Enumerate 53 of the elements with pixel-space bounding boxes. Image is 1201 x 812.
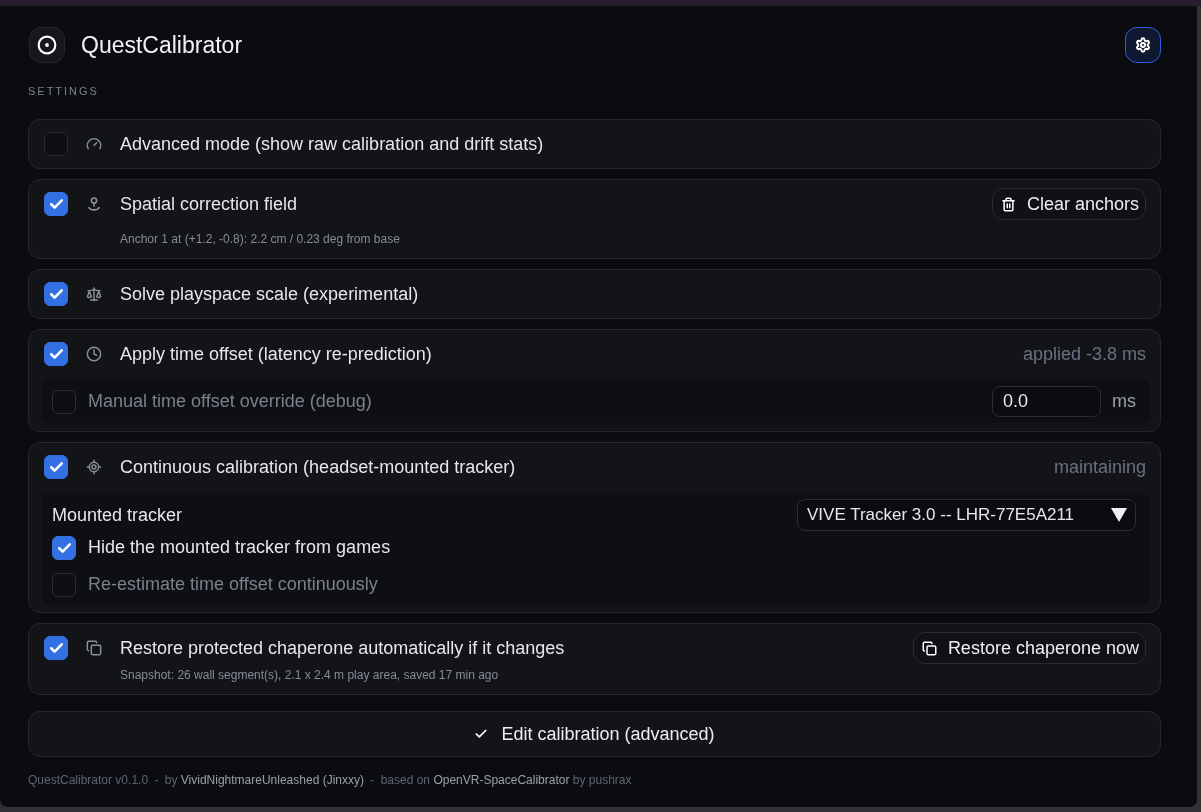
checkbox[interactable] (52, 535, 76, 560)
target-icon (37, 35, 57, 55)
setting-label: Apply time offset (latency re-prediction) (120, 342, 432, 366)
edit-calibration-button[interactable]: Edit calibration (advanced) (28, 711, 1161, 757)
tracker-select[interactable]: VIVE Tracker 3.0 -- LHR-77E5A211 (797, 499, 1136, 531)
setting-label: Solve playspace scale (experimental) (120, 282, 419, 306)
check-icon (49, 349, 63, 359)
check-icon (49, 643, 63, 653)
section-label: SETTINGS (28, 85, 100, 98)
settings-icon (1135, 37, 1151, 53)
footer-text: QuestCalibrator v0.1.0 - by VividNightmareUnleashed (Jinxxy) - based on OpenVR-SpaceCalibrator by pushrax (28, 773, 633, 787)
checkbox[interactable] (44, 455, 68, 479)
setting-label: Advanced mode (show raw calibration and drift stats) (120, 132, 544, 156)
caret-icon (1111, 508, 1127, 522)
app-title: QuestCalibrator (81, 30, 243, 60)
pin-icon (88, 197, 100, 211)
checkbox[interactable] (44, 282, 68, 306)
check-icon (474, 727, 489, 741)
gauge-icon (86, 136, 102, 152)
crosshair-icon (86, 459, 102, 475)
scale-icon (86, 286, 102, 302)
setting-note: Snapshot: 26 wall segment(s), 2.1 x 2.4 m play area, saved 17 min ago (120, 668, 500, 682)
check-icon (49, 462, 63, 472)
credit-link[interactable]: VividNightmareUnleashed (Jinxxy) (180, 773, 364, 787)
action-button[interactable]: Clear anchors (991, 188, 1146, 220)
field-label: Mounted tracker (52, 503, 183, 527)
checkbox[interactable] (44, 636, 68, 660)
option-label: Hide the mounted tracker from games (88, 536, 391, 559)
credit-link[interactable]: OpenVR-SpaceCalibrator (433, 773, 570, 787)
checkbox[interactable] (52, 389, 76, 414)
option-label: Manual time offset override (debug) (88, 390, 372, 413)
checkbox[interactable] (52, 572, 76, 597)
unit-label: ms (1112, 390, 1136, 413)
copy-icon (86, 640, 102, 656)
clock-icon (86, 346, 102, 362)
trash-icon (1000, 196, 1016, 212)
setting-label: Restore protected chaperone automatically if it changes (120, 636, 565, 660)
checkbox[interactable] (44, 342, 68, 366)
check-icon (49, 199, 63, 209)
checkbox[interactable] (44, 132, 68, 156)
setting-label: Spatial correction field (120, 192, 298, 216)
setting-note: Anchor 1 at (+1.2, -0.8): 2.2 cm / 0.23 deg from base (120, 232, 401, 246)
check-icon (57, 542, 71, 553)
action-button[interactable]: Restore chaperone now (912, 632, 1146, 664)
option-label: Re-estimate time offset continuously (88, 573, 378, 596)
status-text: maintaining (1053, 455, 1146, 479)
status-text: applied -3.8 ms (1022, 342, 1146, 366)
check-icon (49, 289, 63, 299)
checkbox[interactable] (44, 192, 68, 216)
settings-button[interactable] (1125, 27, 1161, 63)
offset-input[interactable]: 0.0 (992, 386, 1101, 417)
copy-icon (921, 640, 937, 656)
setting-label: Continuous calibration (headset-mounted tracker) (120, 455, 516, 479)
